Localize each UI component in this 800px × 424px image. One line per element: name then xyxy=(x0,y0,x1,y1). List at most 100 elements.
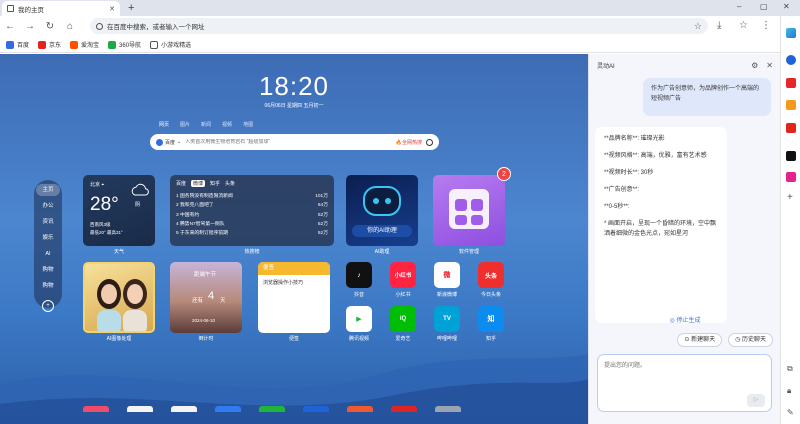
app-icon-partial[interactable] xyxy=(83,406,109,412)
app-icon-partial[interactable] xyxy=(347,406,373,412)
jd-icon[interactable] xyxy=(786,123,796,133)
tencent-video-icon[interactable]: ▶ xyxy=(346,306,372,332)
list-item[interactable]: 1 国务院没有制造限流新闻 101万 xyxy=(176,191,328,200)
ai-assistant-card[interactable]: 你的AI助理 xyxy=(346,175,418,246)
close-icon[interactable]: ✕ xyxy=(766,61,773,70)
notes-card[interactable]: 便签 浏览器操作小技巧 xyxy=(258,262,330,333)
home-button[interactable]: ⌂ xyxy=(60,21,80,32)
app-icon-partial[interactable] xyxy=(435,406,461,412)
countdown-card[interactable]: 距端午节 还有 4 天 2024-06-10 xyxy=(170,262,242,333)
nav-news[interactable]: 资讯 xyxy=(36,216,60,228)
nav-office[interactable]: 办公 xyxy=(36,200,60,212)
countdown-remaining: 还有 xyxy=(192,298,204,304)
douyin-icon[interactable] xyxy=(786,151,796,161)
hot-search-button[interactable]: 🔥全网热搜 xyxy=(396,139,422,146)
edit-icon[interactable]: ✎ xyxy=(787,408,794,417)
bookmark-games[interactable]: 小游戏精选 xyxy=(150,40,191,49)
list-item[interactable]: 2 我和完八面吧了 64万 xyxy=(176,200,328,209)
bookmark-star-icon[interactable]: ☆ xyxy=(694,21,702,32)
new-tab-button[interactable]: + xyxy=(128,2,134,14)
close-window-button[interactable]: ✕ xyxy=(783,2,790,11)
crop-icon[interactable]: ⧉ xyxy=(787,364,793,374)
add-category-icon[interactable]: + xyxy=(42,300,54,312)
list-item[interactable]: 5 于东来的制订程序前期 52万 xyxy=(176,228,328,237)
weibo-icon[interactable] xyxy=(786,78,796,88)
hot-tab-weibo[interactable]: 微博 xyxy=(191,180,206,187)
app-icon-partial[interactable] xyxy=(171,406,197,412)
date-text: 06月06日 星期四 五月初一 xyxy=(264,103,324,109)
hot-search-list: 1 国务院没有制造限流新闻 101万 2 我和完八面吧了 64万 3 中国有约 52万… xyxy=(176,191,328,237)
app-icon-partial[interactable] xyxy=(391,406,417,412)
back-button[interactable]: ← xyxy=(0,21,20,32)
app-icon-partial[interactable] xyxy=(303,406,329,412)
settings-icon[interactable]: ⚙ xyxy=(751,61,758,70)
toutiao-icon[interactable]: 头条 xyxy=(478,262,504,288)
tab-home[interactable]: 我的主页 ✕ xyxy=(2,1,120,16)
bookmark-360[interactable]: 360导航 xyxy=(108,40,141,49)
chat-input[interactable] xyxy=(604,360,764,390)
nav-entertainment[interactable]: 娱乐 xyxy=(36,232,60,244)
favorites-icon[interactable]: ☆ xyxy=(739,20,748,31)
hot-tab-zhihu[interactable]: 知乎 xyxy=(210,180,220,187)
bookmark-taobao[interactable]: 爱淘宝 xyxy=(70,40,99,49)
app-label: 腾讯视频 xyxy=(348,336,369,342)
menu-icon[interactable]: ⋮ xyxy=(761,20,771,31)
taobao-icon[interactable] xyxy=(786,100,796,110)
bookmark-jd[interactable]: 京东 xyxy=(38,40,61,49)
maximize-button[interactable]: ▢ xyxy=(760,2,768,11)
forward-button[interactable]: → xyxy=(20,21,40,32)
xiaohongshu-icon[interactable]: 小红书 xyxy=(390,262,416,288)
nav-shopping-2[interactable]: 购物 xyxy=(36,280,60,292)
countdown-date: 2024-06-10 xyxy=(192,318,216,323)
lock-icon[interactable]: 🔒︎ xyxy=(787,386,791,396)
reload-button[interactable]: ↻ xyxy=(40,21,60,32)
bookmark-baidu[interactable]: 百度 xyxy=(6,40,29,49)
app-label: 今日头条 xyxy=(480,292,501,298)
stop-generating-button[interactable]: ◎ 停止生成 xyxy=(589,315,781,324)
add-icon[interactable]: + xyxy=(787,192,793,203)
new-chat-button[interactable]: ⊙ 新建聊天 xyxy=(677,333,723,347)
zhihu-icon[interactable]: 知 xyxy=(478,306,504,332)
address-bar-text[interactable]: 在百度中搜索，或者输入一个网址 xyxy=(107,21,690,31)
minimize-button[interactable]: – xyxy=(737,2,741,11)
search-tab-news[interactable]: 新闻 xyxy=(201,121,211,128)
app-icon-partial[interactable] xyxy=(127,406,153,412)
document-icon xyxy=(150,40,159,49)
iqiyi-icon[interactable]: iQ xyxy=(390,306,416,332)
app-icon[interactable] xyxy=(786,172,796,182)
hot-search-card[interactable]: 百度 微博 知乎 头条 1 国务院没有制造限流新闻 101万 2 我和完八面吧了 6… xyxy=(170,175,334,246)
app-icon-partial[interactable] xyxy=(259,406,285,412)
ai-icon[interactable] xyxy=(786,55,796,65)
search-tab-web[interactable]: 网页 xyxy=(159,121,169,128)
app-icon-partial[interactable] xyxy=(215,406,241,412)
douyin-icon[interactable]: ♪ xyxy=(346,262,372,288)
ai-image-card[interactable] xyxy=(83,262,155,333)
nav-home[interactable]: 主页 xyxy=(36,184,60,196)
search-tab-images[interactable]: 图片 xyxy=(180,121,190,128)
list-item[interactable]: 4 腾势N7智驾第一倒队 52万 xyxy=(176,219,328,228)
send-button[interactable]: ▷ xyxy=(747,394,765,407)
history-button[interactable]: ◷ 历史聊天 xyxy=(728,333,773,347)
hot-tab-toutiao[interactable]: 头条 xyxy=(225,180,235,187)
download-icon[interactable]: ⤓ xyxy=(717,20,721,31)
countdown-unit: 天 xyxy=(220,298,226,304)
software-manager-card[interactable] xyxy=(433,175,505,246)
search-tab-video[interactable]: 视频 xyxy=(222,121,232,128)
search-tab-map[interactable]: 地图 xyxy=(243,121,253,128)
address-bar[interactable]: 在百度中搜索，或者输入一个网址 ☆ xyxy=(90,18,708,34)
baidu-icon xyxy=(6,40,14,49)
nav-ai[interactable]: AI xyxy=(36,248,60,260)
portrait-image xyxy=(97,279,147,331)
bilibili-icon[interactable]: TV xyxy=(434,306,460,332)
search-icon xyxy=(96,22,103,30)
search-icon[interactable] xyxy=(426,138,433,146)
tab-close-icon[interactable]: ✕ xyxy=(109,5,115,13)
nav-shopping[interactable]: 购物 xyxy=(36,264,60,276)
list-item[interactable]: 3 中国有约 52万 xyxy=(176,210,328,219)
search-engine-select[interactable]: 百度 ⌄ xyxy=(156,138,181,146)
weather-card[interactable]: 北京 ⌖ 28° 阴 西南风3级 最低20° 最高31° xyxy=(83,175,155,246)
weibo-icon[interactable]: 微 xyxy=(434,262,460,288)
app-logo-icon[interactable] xyxy=(786,28,796,38)
search-input[interactable] xyxy=(185,139,392,145)
hot-tab-baidu[interactable]: 百度 xyxy=(176,180,186,187)
